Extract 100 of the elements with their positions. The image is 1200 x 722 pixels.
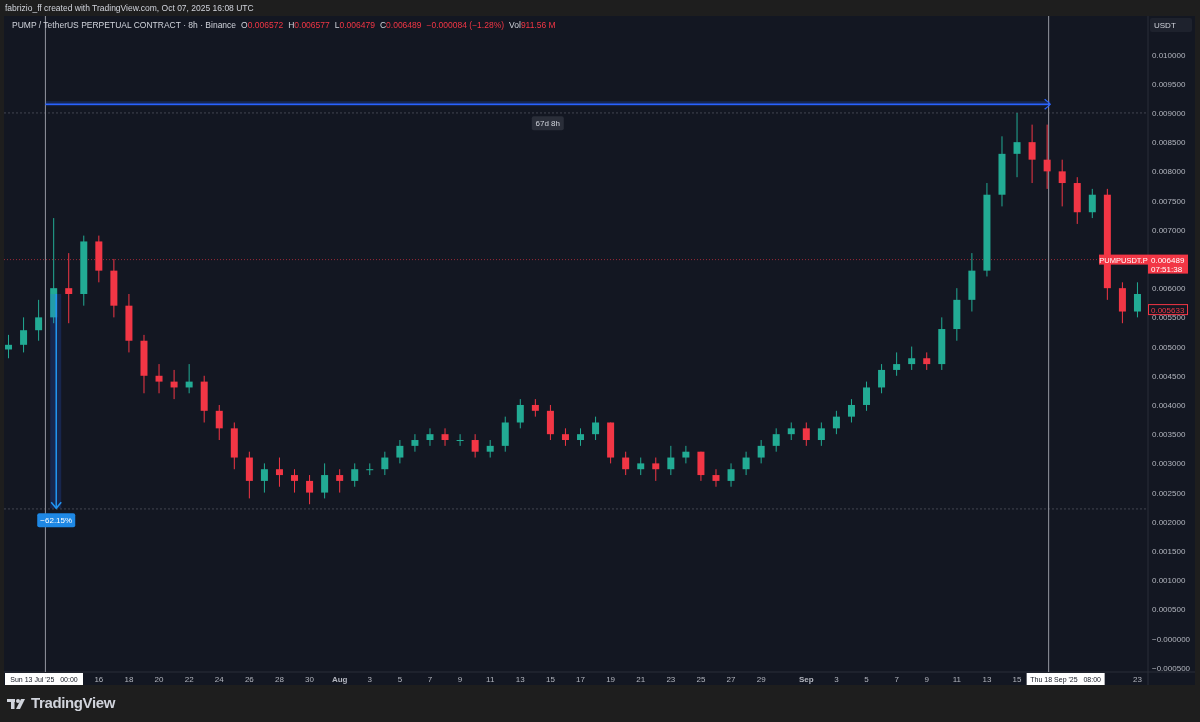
candlestick: [682, 445, 690, 464]
candlestick: [426, 427, 434, 447]
price-tick-label: 0.009000: [1152, 108, 1186, 118]
price-tick-label: 0.007000: [1152, 225, 1186, 235]
price-marker-tag: 0.005633: [1148, 304, 1188, 316]
candlestick: [863, 381, 870, 412]
date-tick-label: 24: [214, 675, 224, 684]
date-tick-label: 11: [486, 675, 495, 684]
candlestick: [516, 398, 524, 429]
candlestick: [441, 427, 449, 447]
date-tick-label: Aug: [331, 675, 348, 684]
price-tick-label: 0.005500: [1152, 313, 1186, 323]
candlestick: [953, 287, 961, 342]
price-tick-label: −0.000000: [1152, 634, 1191, 644]
date-tick-label: 30: [305, 675, 314, 684]
candlestick: [787, 422, 795, 441]
candlestick: [546, 404, 554, 441]
candlestick: [893, 351, 901, 377]
date-tick-label: 18: [124, 675, 134, 684]
price-tick-label: 0.005000: [1152, 342, 1186, 352]
candlestick: [878, 363, 886, 394]
date-tick-label: 9: [457, 675, 463, 684]
candlestick: [291, 468, 298, 494]
date-tick-label: 3: [834, 675, 839, 684]
candlestick: [968, 252, 976, 313]
candlestick: [366, 462, 374, 476]
candlestick: [923, 351, 931, 371]
candlestick: [110, 258, 118, 318]
candlestick: [20, 316, 28, 353]
date-tick-label: 28: [275, 675, 284, 684]
candlestick: [998, 135, 1006, 207]
date-tick-label: 3: [367, 675, 372, 684]
candlestick: [501, 416, 509, 453]
candlestick: [456, 433, 464, 447]
candlestick: [607, 422, 615, 464]
candlestick: [35, 299, 43, 342]
date-tick-label: 17: [576, 675, 585, 684]
candlestick: [80, 235, 88, 307]
date-tick-label: 15: [545, 675, 555, 684]
date-tick-label: 15: [1012, 675, 1022, 684]
candlestick: [185, 363, 193, 394]
date-tick-label: Sep: [798, 675, 814, 684]
price-tick-label: 0.002500: [1152, 488, 1186, 498]
candlestick: [561, 427, 569, 447]
volume-value: Vol911.56 M: [509, 19, 556, 32]
date-tick-label: 11: [952, 675, 961, 684]
ohlc-value: H0.006577: [288, 19, 330, 32]
candlestick: [125, 293, 133, 353]
date-tick-label: 9: [924, 675, 929, 684]
candlestick: [486, 439, 494, 459]
last-price-tag: 0.006489 07:51:38: [1148, 254, 1188, 274]
candlestick: [772, 427, 780, 453]
date-tick-label: 7: [427, 675, 433, 684]
date-tick-label: 5: [864, 675, 869, 684]
price-tick-label: 0.003000: [1152, 459, 1186, 469]
candlestick: [260, 462, 268, 494]
duration-label: 67d 8h: [531, 116, 564, 131]
candlestick: [1013, 112, 1021, 178]
date-tick-label: 13: [515, 675, 525, 684]
candlestick: [652, 457, 660, 482]
candlestick: [306, 474, 314, 505]
candlestick: [1133, 281, 1141, 318]
date-tick-label: 29: [756, 675, 766, 684]
candlestick: [697, 451, 705, 482]
candlestick: [577, 427, 584, 447]
candlestick: [742, 451, 750, 476]
candlestick: [336, 468, 344, 494]
price-tick-label: 0.001500: [1152, 547, 1186, 556]
candlestick: [757, 439, 765, 464]
candlestick: [817, 422, 825, 447]
price-tick-label: 0.003500: [1152, 430, 1186, 440]
candlestick: [802, 422, 810, 447]
ohlc-value: C0.006489: [379, 19, 422, 32]
candlestick: [396, 439, 404, 464]
price-tick-label: 0.010000: [1152, 50, 1186, 60]
price-tick-label: 0.009500: [1152, 79, 1186, 89]
candlestick: [1073, 176, 1081, 225]
candlestick: [847, 398, 855, 423]
candlestick: [592, 416, 600, 441]
price-tick-label: 0.001000: [1152, 576, 1186, 586]
candlestick: [1118, 281, 1126, 324]
price-change: −0.000084 (−1.28%): [426, 19, 505, 32]
date-tick-label: 22: [184, 675, 194, 684]
ohlc-value: L0.006479: [334, 19, 375, 32]
candlestick: [321, 462, 329, 499]
price-tick-label: 0.004500: [1152, 371, 1186, 381]
candlestick: [65, 252, 73, 324]
price-tick-label: 0.004000: [1152, 400, 1186, 410]
percent-change-label: −62.15%: [37, 513, 76, 528]
candlestick: [622, 451, 630, 476]
candlestick: [95, 235, 103, 283]
candlestick: [411, 433, 419, 453]
currency-button[interactable]: USDT: [1150, 18, 1192, 32]
candlestick: [381, 451, 389, 476]
date-tick-label: 26: [244, 675, 254, 684]
candlestick: [471, 433, 479, 459]
candlestick: [1043, 124, 1051, 190]
date-tick-label: 20: [154, 675, 164, 684]
candlestick: [275, 457, 283, 488]
candlestick: [155, 363, 163, 394]
